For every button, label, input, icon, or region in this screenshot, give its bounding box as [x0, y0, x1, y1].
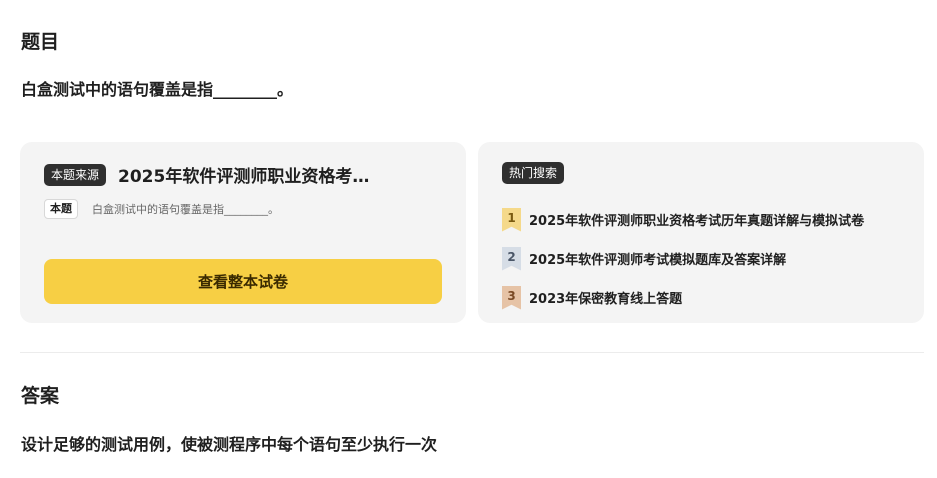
hot-search-item-1[interactable]: 1 2025年软件评测师职业资格考试历年真题详解与模拟试卷 — [502, 200, 902, 239]
rank-2-badge-icon: 2 — [502, 246, 521, 271]
hot-search-label: 2023年保密教育线上答题 — [529, 292, 683, 307]
section-divider — [20, 352, 924, 353]
question-heading: 题目 — [21, 31, 60, 53]
rank-3-badge-icon: 3 — [502, 285, 521, 310]
hot-search-label: 2025年软件评测师职业资格考试历年真题详解与模拟试卷 — [529, 214, 865, 229]
hot-search-tag: 热门搜索 — [502, 162, 565, 184]
hot-search-list: 1 2025年软件评测师职业资格考试历年真题详解与模拟试卷 2 2025年软件评… — [502, 200, 902, 317]
hot-search-item-3[interactable]: 3 2023年保密教育线上答题 — [502, 278, 902, 317]
hot-search-item-2[interactable]: 2 2025年软件评测师考试模拟题库及答案详解 — [502, 239, 902, 278]
source-snippet: 本题 白盒测试中的语句覆盖是指________。 — [44, 199, 279, 219]
question-text: 白盒测试中的语句覆盖是指________。 — [21, 80, 294, 99]
view-full-paper-button[interactable]: 查看整本试卷 — [44, 259, 442, 304]
source-title-link[interactable]: 2025年软件评测师职业资格考… — [118, 162, 369, 187]
answer-text: 设计足够的测试用例，使被测程序中每个语句至少执行一次 — [21, 435, 438, 454]
source-header: 本题来源 2025年软件评测师职业资格考… — [44, 162, 369, 187]
snippet-tag: 本题 — [44, 199, 78, 219]
answer-heading: 答案 — [21, 385, 60, 407]
source-tag: 本题来源 — [44, 163, 107, 186]
hot-search-card: 热门搜索 1 2025年软件评测师职业资格考试历年真题详解与模拟试卷 2 202… — [478, 142, 924, 323]
hot-search-label: 2025年软件评测师考试模拟题库及答案详解 — [529, 253, 787, 268]
rank-1-badge-icon: 1 — [502, 207, 521, 232]
source-card: 本题来源 2025年软件评测师职业资格考… 本题 白盒测试中的语句覆盖是指___… — [20, 142, 466, 323]
snippet-text: 白盒测试中的语句覆盖是指________。 — [92, 203, 279, 216]
